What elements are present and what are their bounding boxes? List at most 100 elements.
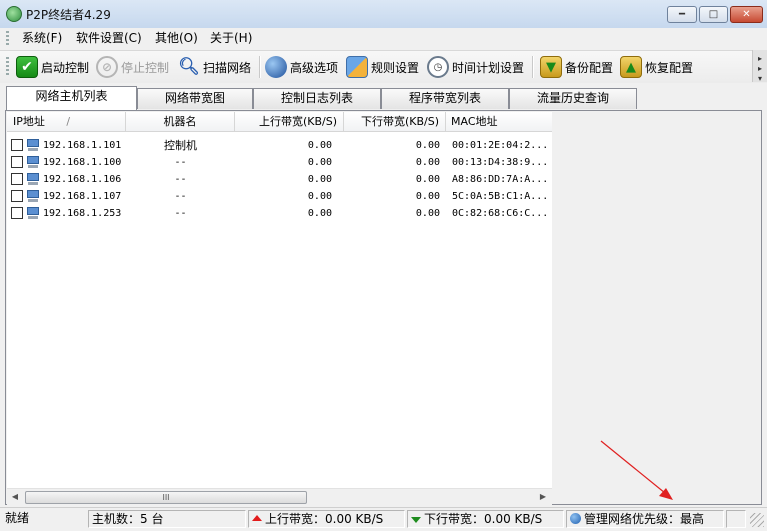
- host-checkbox[interactable]: [11, 173, 23, 185]
- computer-icon: [26, 206, 40, 220]
- scan-network-button[interactable]: 🔍︎ 扫描网络: [178, 54, 251, 80]
- host-list-view[interactable]: IP地址 / 机器名 上行带宽(KB/S) 下行带宽(KB/S) MAC地址 1…: [7, 112, 552, 488]
- minimize-button[interactable]: ━: [667, 6, 697, 23]
- menu-system[interactable]: 系统(F): [20, 30, 64, 46]
- scrollbar-thumb[interactable]: III: [25, 491, 307, 504]
- title-bar[interactable]: P2P终结者4.29 ━ □ ✕: [0, 0, 767, 29]
- minimize-icon: ━: [678, 9, 686, 20]
- column-header-machine-name[interactable]: 机器名: [126, 112, 235, 132]
- tab-bandwidth-chart[interactable]: 网络带宽图: [137, 88, 253, 109]
- resize-grip-icon[interactable]: [750, 513, 764, 527]
- stop-control-label: 停止控制: [121, 60, 170, 75]
- table-row[interactable]: 192.168.1.253 -- 0.00 0.00 0C:82:68:C6:C…: [7, 205, 552, 222]
- cell-ip: 192.168.1.100: [43, 157, 122, 168]
- restore-icon: ▲: [620, 56, 642, 78]
- schedule-settings-button[interactable]: ◷ 时间计划设置: [427, 54, 524, 80]
- cell-upload: 0.00: [307, 208, 332, 219]
- cell-machine-name: --: [174, 174, 187, 185]
- cell-download: 0.00: [415, 174, 440, 185]
- cell-mac: 5C:0A:5B:C1:A...: [452, 191, 549, 202]
- close-button[interactable]: ✕: [730, 6, 763, 23]
- cell-ip: 192.168.1.101: [43, 140, 122, 151]
- tab-program-bandwidth[interactable]: 程序带宽列表: [381, 88, 509, 109]
- column-header-upload[interactable]: 上行带宽(KB/S): [235, 112, 344, 132]
- toolbar-grip: [6, 57, 9, 77]
- scroll-right-icon[interactable]: ▶: [537, 491, 549, 503]
- chevron-down-icon: ▸ ▸ ▾: [757, 54, 762, 83]
- table-row[interactable]: 192.168.1.100 -- 0.00 0.00 00:13:D4:38:9…: [7, 154, 552, 171]
- cell-download: 0.00: [415, 157, 440, 168]
- cell-ip: 192.168.1.107: [43, 191, 122, 202]
- tab-host-list[interactable]: 网络主机列表: [6, 86, 137, 110]
- column-header-download[interactable]: 下行带宽(KB/S): [344, 112, 446, 132]
- menu-other[interactable]: 其他(O): [153, 30, 200, 46]
- status-upload-segment: 上行带宽：0.00 KB/S: [248, 510, 405, 528]
- scrollbar-grip: III: [162, 493, 170, 502]
- maximize-button[interactable]: □: [699, 6, 728, 23]
- cell-upload: 0.00: [307, 157, 332, 168]
- toolbar-separator: [259, 56, 261, 78]
- cell-mac: 0C:82:68:C6:C...: [452, 208, 549, 219]
- stop-control-button[interactable]: ⊘ 停止控制: [96, 54, 169, 80]
- cell-machine-name: --: [174, 191, 187, 202]
- column-header-mac[interactable]: MAC地址: [446, 112, 552, 132]
- status-bar: 就绪 主机数：5 台 上行带宽：0.00 KB/S 下行带宽：0.00 KB/S…: [0, 507, 767, 531]
- globe-icon: [570, 513, 581, 524]
- table-row[interactable]: 192.168.1.101 控制机 0.00 0.00 00:01:2E:04:…: [7, 137, 552, 154]
- menu-about[interactable]: 关于(H): [208, 30, 254, 46]
- rule-settings-button[interactable]: 规则设置: [346, 54, 419, 80]
- backup-config-button[interactable]: ▼ 备份配置: [540, 54, 613, 80]
- table-row[interactable]: 192.168.1.106 -- 0.00 0.00 A8:86:DD:7A:A…: [7, 171, 552, 188]
- tab-strip: 网络主机列表 网络带宽图 控制日志列表 程序带宽列表 流量历史查询: [0, 86, 767, 110]
- toolbar: ✔ 启动控制 ⊘ 停止控制 🔍︎ 扫描网络 高级选项 规则设置 ◷ 时间计划设置…: [0, 50, 767, 83]
- status-empty-segment: [726, 510, 746, 528]
- clock-icon: ◷: [427, 56, 449, 78]
- host-checkbox[interactable]: [11, 156, 23, 168]
- sort-indicator: /: [66, 115, 71, 128]
- column-header-ip-label: IP地址: [13, 115, 45, 128]
- column-header-ip[interactable]: IP地址 /: [7, 112, 126, 132]
- computer-icon: [26, 138, 40, 152]
- status-priority-segment: 管理网络优先级：最高: [566, 510, 724, 528]
- app-logo-icon: [6, 6, 22, 22]
- cell-mac: A8:86:DD:7A:A...: [452, 174, 549, 185]
- status-ready: 就绪: [5, 511, 30, 525]
- status-download: 下行带宽：0.00 KB/S: [424, 512, 543, 526]
- computer-icon: [26, 172, 40, 186]
- scroll-left-icon[interactable]: ◀: [9, 491, 21, 503]
- restore-config-button[interactable]: ▲ 恢复配置: [620, 54, 693, 80]
- computer-icon: [26, 155, 40, 169]
- advanced-options-button[interactable]: 高级选项: [265, 54, 338, 80]
- cell-mac: 00:01:2E:04:2...: [452, 140, 549, 151]
- toolbar-separator: [532, 56, 534, 78]
- cell-mac: 00:13:D4:38:9...: [452, 157, 549, 168]
- backup-icon: ▼: [540, 56, 562, 78]
- cell-upload: 0.00: [307, 140, 332, 151]
- cell-ip: 192.168.1.106: [43, 174, 122, 185]
- host-list-panel: IP地址 / 机器名 上行带宽(KB/S) 下行带宽(KB/S) MAC地址 1…: [5, 110, 762, 505]
- restore-config-label: 恢复配置: [645, 60, 694, 75]
- tab-control-log[interactable]: 控制日志列表: [253, 88, 381, 109]
- upload-arrow-icon: [252, 514, 262, 521]
- start-control-button[interactable]: ✔ 启动控制: [16, 54, 89, 80]
- menu-bar: 系统(F) 软件设置(C) 其他(O) 关于(H): [0, 28, 767, 49]
- schedule-settings-label: 时间计划设置: [452, 60, 525, 75]
- cell-download: 0.00: [415, 140, 440, 151]
- toolbar-overflow-button[interactable]: ▸ ▸ ▾: [752, 50, 767, 83]
- status-host-count: 主机数：5 台: [88, 510, 246, 528]
- cell-upload: 0.00: [307, 191, 332, 202]
- rule-settings-label: 规则设置: [371, 60, 420, 75]
- menu-software-settings[interactable]: 软件设置(C): [74, 30, 144, 46]
- cell-machine-name: --: [174, 208, 187, 219]
- cell-download: 0.00: [415, 191, 440, 202]
- host-checkbox[interactable]: [11, 207, 23, 219]
- host-checkbox[interactable]: [11, 190, 23, 202]
- cell-machine-name: --: [174, 157, 187, 168]
- cell-download: 0.00: [415, 208, 440, 219]
- host-checkbox[interactable]: [11, 139, 23, 151]
- horizontal-scrollbar[interactable]: ◀ III ▶: [7, 488, 552, 505]
- network-globe-icon: [265, 56, 287, 78]
- stop-icon: ⊘: [96, 56, 118, 78]
- table-row[interactable]: 192.168.1.107 -- 0.00 0.00 5C:0A:5B:C1:A…: [7, 188, 552, 205]
- tab-traffic-history[interactable]: 流量历史查询: [509, 88, 637, 109]
